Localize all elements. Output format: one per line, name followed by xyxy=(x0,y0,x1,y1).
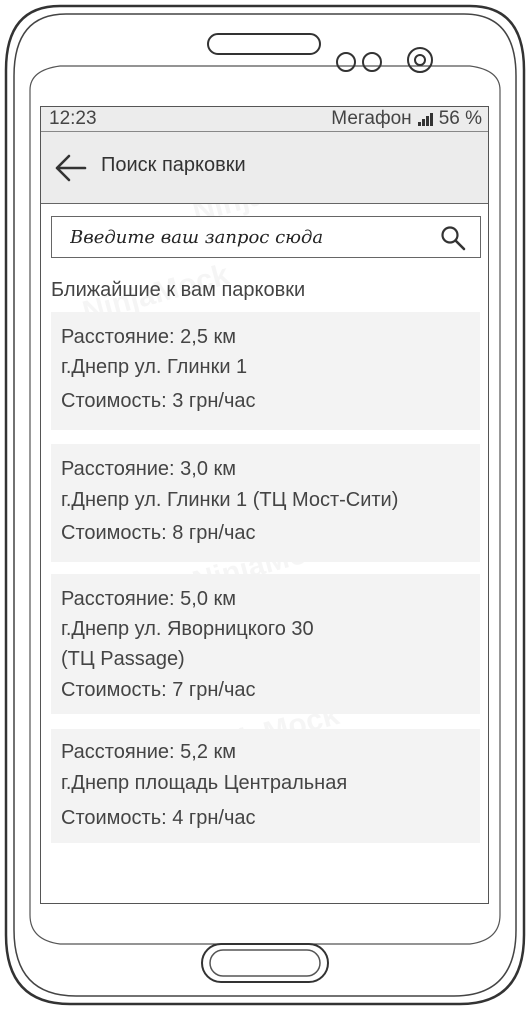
carrier-name: Мегафон xyxy=(331,108,412,129)
parking-card[interactable]: Расстояние: 2,5 км г.Днепр ул. Глинки 1 … xyxy=(51,312,480,430)
parking-card[interactable]: Расстояние: 5,2 км г.Днепр площадь Центр… xyxy=(51,729,480,843)
search-box[interactable] xyxy=(51,216,481,258)
parking-address-line2: (ТЦ Passage) xyxy=(61,648,185,670)
parking-address: г.Днепр ул. Глинки 1 xyxy=(61,356,248,378)
parking-address: г.Днепр ул. Глинки 1 (ТЦ Мост-Сити) xyxy=(61,489,399,511)
phone-screen: NinjaMock NinjaMock NinjaMock NinjaMock … xyxy=(40,106,489,904)
parking-price: Стоимость: 8 грн/час xyxy=(61,522,256,544)
signal-icon xyxy=(417,112,433,126)
parking-address: г.Днепр площадь Центральная xyxy=(61,772,348,794)
parking-price: Стоимость: 3 грн/час xyxy=(61,390,256,412)
parking-card[interactable]: Расстояние: 3,0 км г.Днепр ул. Глинки 1 … xyxy=(51,444,480,562)
app-bar: Поиск парковки xyxy=(41,132,488,204)
status-time: 12:23 xyxy=(49,108,97,129)
arrow-left-icon[interactable] xyxy=(53,153,87,183)
parking-distance: Расстояние: 2,5 км xyxy=(61,326,236,348)
search-icon[interactable] xyxy=(440,225,466,251)
parking-price: Стоимость: 7 грн/час xyxy=(61,679,256,701)
parking-distance: Расстояние: 5,2 км xyxy=(61,741,236,763)
status-right: Мегафон 56 % xyxy=(331,108,482,130)
page-title: Поиск парковки xyxy=(101,154,246,176)
camera-lens xyxy=(407,47,433,73)
sensor-dot xyxy=(362,52,382,72)
section-title: Ближайшие к вам парковки xyxy=(51,279,306,301)
speaker-slot xyxy=(207,33,321,55)
parking-distance: Расстояние: 3,0 км xyxy=(61,458,236,480)
parking-card[interactable]: Расстояние: 5,0 км г.Днепр ул. Яворницко… xyxy=(51,574,480,714)
parking-distance: Расстояние: 5,0 км xyxy=(61,588,236,610)
parking-price: Стоимость: 4 грн/час xyxy=(61,807,256,829)
battery-level: 56 % xyxy=(438,108,482,129)
sensor-dot xyxy=(336,52,356,72)
search-input[interactable] xyxy=(70,224,420,250)
status-bar: 12:23 Мегафон 56 % xyxy=(41,107,488,132)
parking-address: г.Днепр ул. Яворницкого 30 xyxy=(61,618,314,640)
